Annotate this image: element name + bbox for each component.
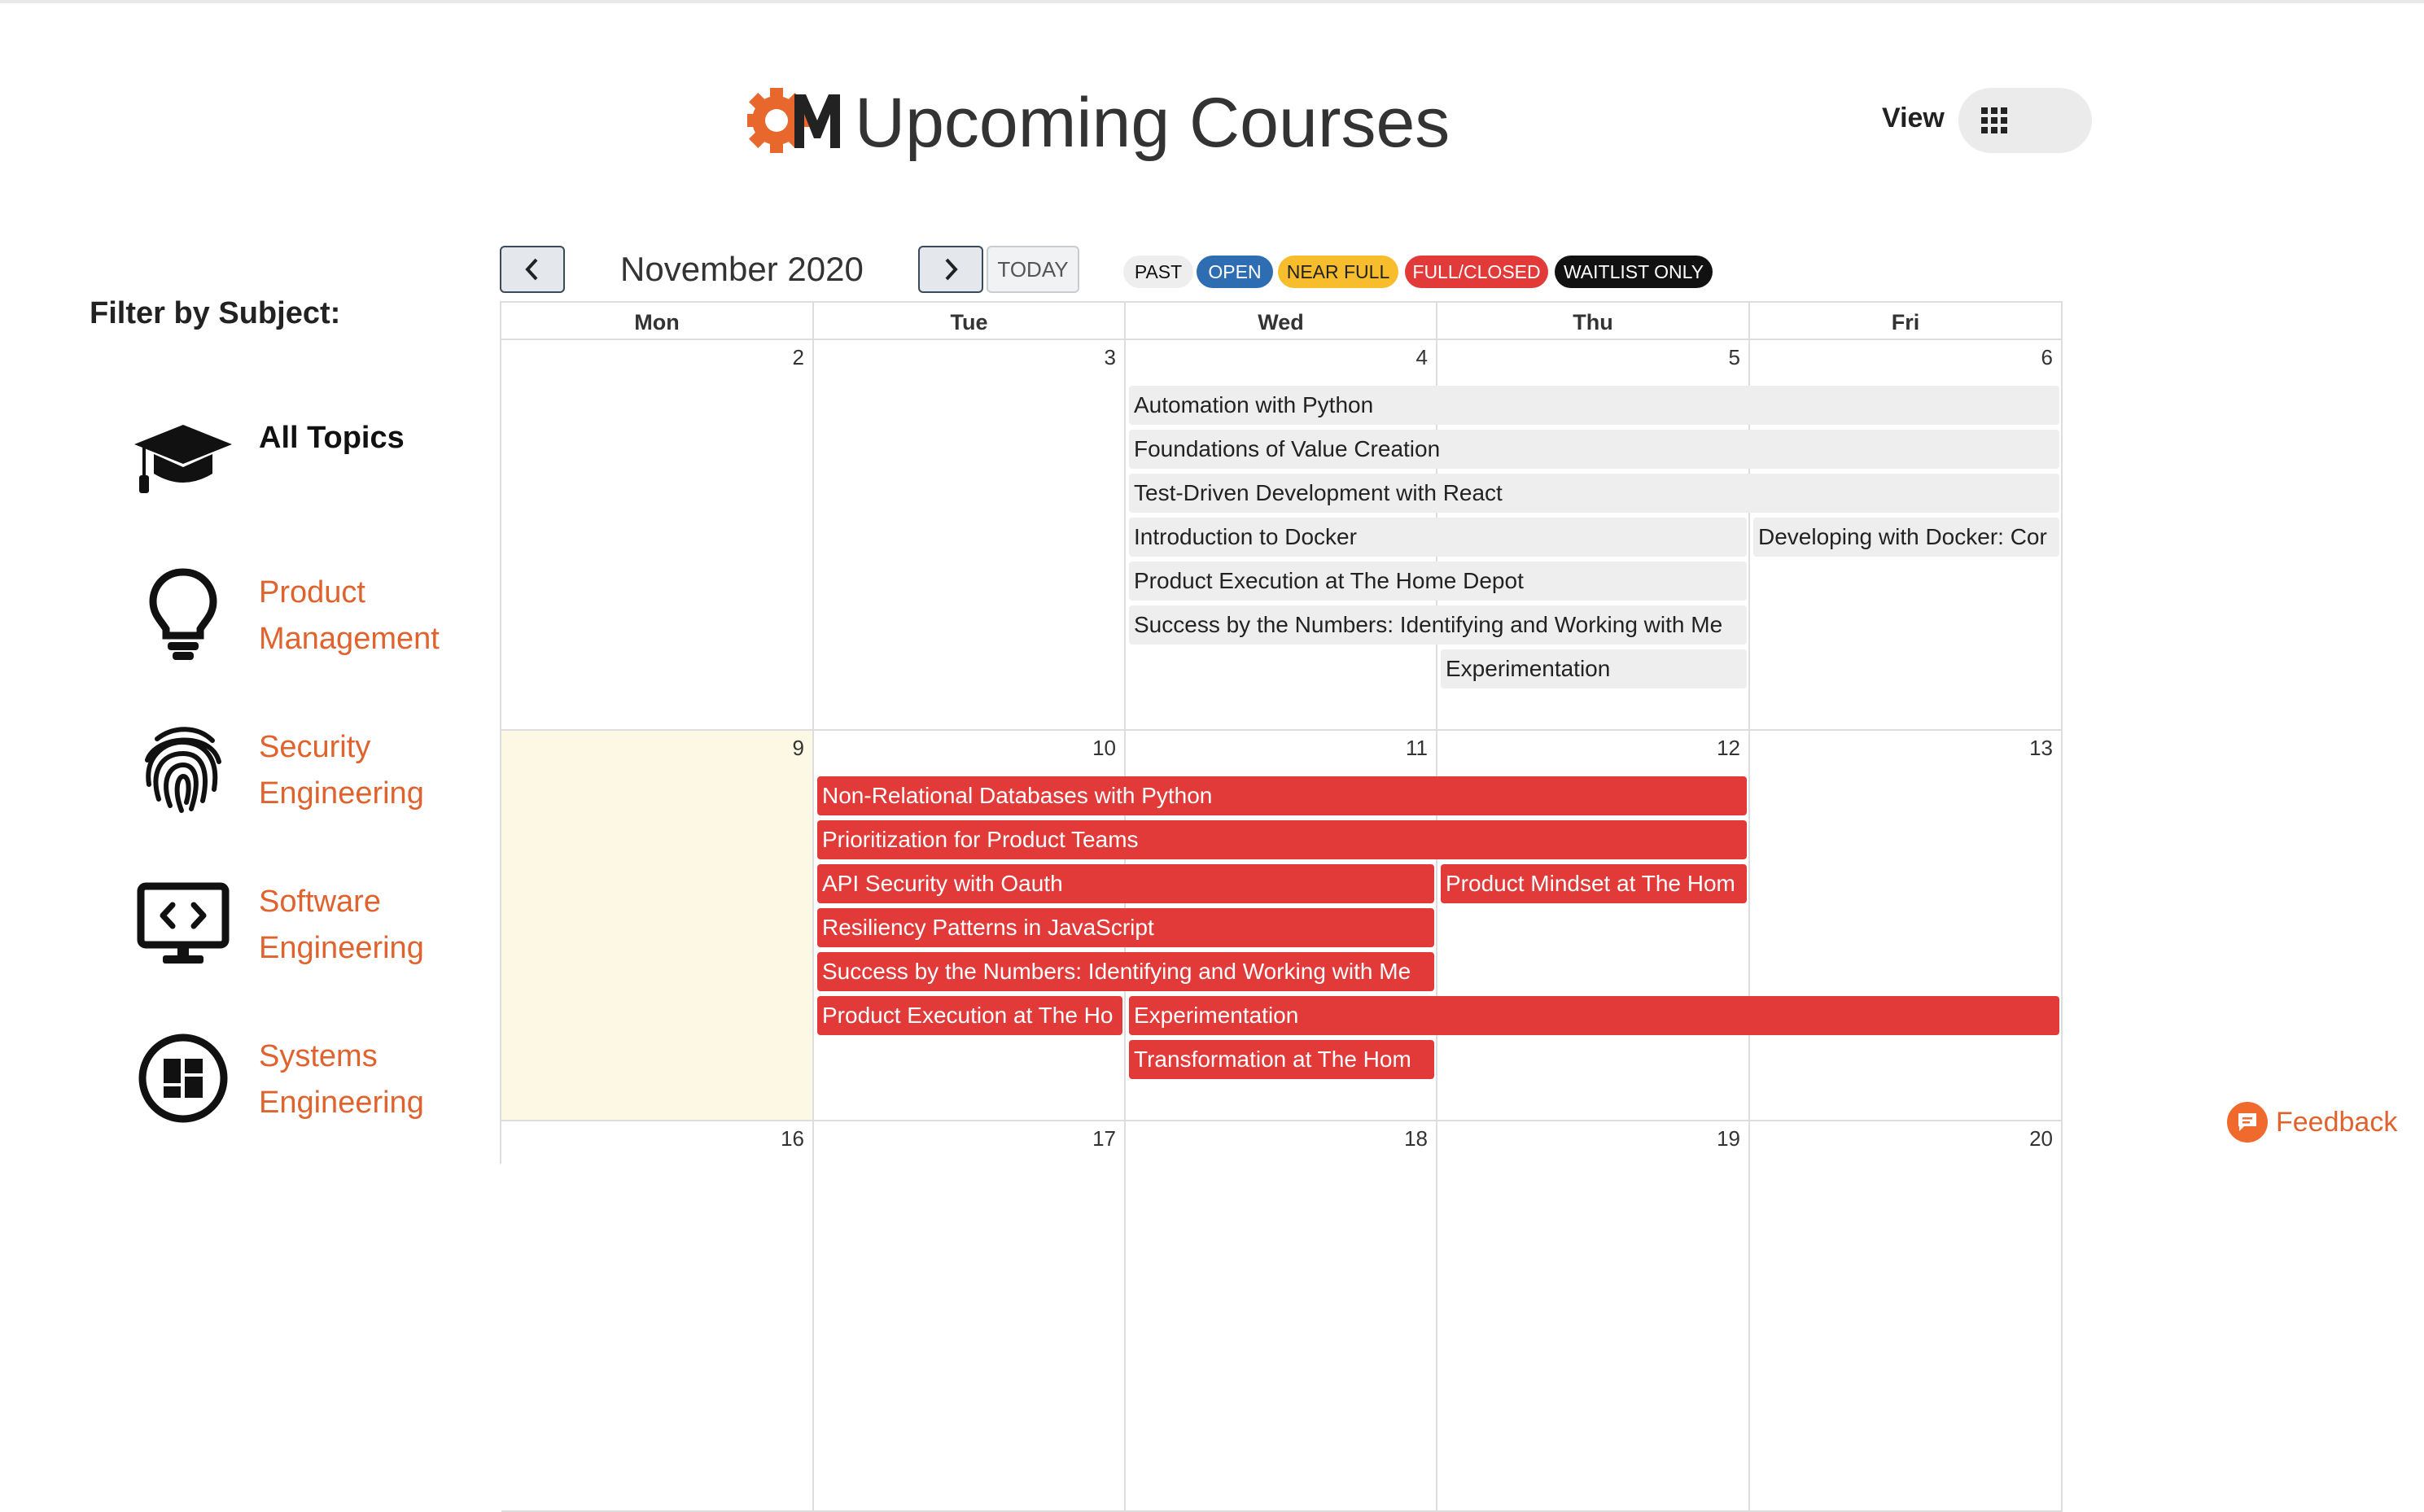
course-event[interactable]: Product Execution at The Ho: [817, 996, 1122, 1035]
day-number[interactable]: 18: [1404, 1126, 1428, 1151]
subject-label: Systems Engineering: [259, 1039, 424, 1120]
day-cell-fri: 13: [1750, 731, 2063, 1121]
legend-full-closed: FULL/CLOSED: [1405, 256, 1548, 288]
subject-label: Product Management: [259, 575, 440, 656]
day-cell-mon: 16: [501, 1121, 814, 1512]
graduation-cap-icon: [130, 407, 236, 513]
course-event[interactable]: Experimentation: [1129, 996, 2059, 1035]
day-cell-fri: 20: [1750, 1121, 2063, 1512]
next-month-button[interactable]: [918, 246, 983, 293]
subject-label: Security Engineering: [259, 730, 424, 811]
dashboard-circle-icon: [130, 1025, 236, 1131]
day-number[interactable]: 4: [1416, 345, 1428, 370]
subject-label: All Topics: [259, 421, 405, 455]
legend-waitlist-only: WAITLIST ONLY: [1555, 256, 1713, 288]
day-cell-tue: 17: [814, 1121, 1126, 1512]
course-event[interactable]: Test-Driven Development with React: [1129, 474, 2059, 513]
course-event[interactable]: Foundations of Value Creation: [1129, 430, 2059, 469]
monitor-code-icon: [130, 871, 236, 977]
feedback-label: Feedback: [2276, 1106, 2398, 1138]
grid-icon: [1981, 107, 2007, 133]
today-button[interactable]: TODAY: [987, 246, 1079, 293]
course-event[interactable]: Developing with Docker: Cor: [1753, 518, 2059, 557]
day-header-mon: Mon: [501, 301, 814, 340]
course-event[interactable]: Product Mindset at The Hom: [1441, 864, 1747, 903]
course-event[interactable]: Non-Relational Databases with Python: [817, 776, 1747, 815]
day-cell-wed: 18: [1126, 1121, 1437, 1512]
day-number[interactable]: 16: [781, 1126, 804, 1151]
day-number[interactable]: 19: [1717, 1126, 1740, 1151]
course-event[interactable]: Introduction to Docker: [1129, 518, 1747, 557]
legend-past: PAST: [1123, 256, 1193, 288]
month-title: November 2020: [620, 250, 864, 288]
legend-open: OPEN: [1197, 256, 1273, 288]
subject-software-engineering[interactable]: Software Engineering: [130, 871, 472, 993]
day-number[interactable]: 10: [1092, 736, 1116, 761]
day-header-wed: Wed: [1126, 301, 1437, 340]
day-cell-mon: 9: [501, 731, 814, 1121]
day-number[interactable]: 13: [2029, 736, 2053, 761]
course-event[interactable]: Resiliency Patterns in JavaScript: [817, 908, 1434, 947]
subject-all-topics[interactable]: All Topics: [130, 407, 472, 529]
day-number[interactable]: 2: [793, 345, 804, 370]
day-number[interactable]: 12: [1717, 736, 1740, 761]
brand-logo: [747, 88, 840, 153]
course-event[interactable]: Success by the Numbers: Identifying and …: [817, 952, 1434, 991]
feedback-button[interactable]: Feedback: [2227, 1100, 2397, 1144]
day-number[interactable]: 3: [1105, 345, 1116, 370]
chevron-left-icon: [525, 258, 538, 281]
subject-systems-engineering[interactable]: Systems Engineering: [130, 1025, 472, 1147]
page-title: Upcoming Courses: [855, 84, 1450, 162]
day-header-thu: Thu: [1437, 301, 1750, 340]
course-event[interactable]: Prioritization for Product Teams: [817, 820, 1747, 859]
filter-title: Filter by Subject:: [90, 296, 341, 330]
grid-view-button[interactable]: [1962, 88, 2027, 153]
view-label: View: [1882, 103, 1945, 133]
day-cell-thu: 19: [1437, 1121, 1750, 1512]
day-number[interactable]: 20: [2029, 1126, 2053, 1151]
subject-product-management[interactable]: Product Management: [130, 562, 472, 684]
view-toggle: [1958, 88, 2092, 153]
day-cell-tue: 3: [814, 340, 1126, 731]
course-event[interactable]: Automation with Python: [1129, 386, 2059, 425]
calendar-grid: Mon Tue Wed Thu Fri 2 3 4 5 6 9 10 11 12 13 16 17 18…: [500, 301, 2063, 1512]
day-cell-mon: 2: [501, 340, 814, 731]
course-event[interactable]: Product Execution at The Home Depot: [1129, 562, 1747, 601]
course-event[interactable]: Experimentation: [1441, 649, 1747, 688]
day-header-tue: Tue: [814, 301, 1126, 340]
lightbulb-icon: [130, 562, 236, 667]
prev-month-button[interactable]: [500, 246, 565, 293]
day-number[interactable]: 6: [2041, 345, 2053, 370]
day-number[interactable]: 5: [1729, 345, 1740, 370]
chat-bubble-icon: [2227, 1102, 2268, 1143]
legend-near-full: NEAR FULL: [1278, 256, 1398, 288]
day-number[interactable]: 11: [1406, 736, 1428, 761]
course-event[interactable]: API Security with Oauth: [817, 864, 1434, 903]
day-number[interactable]: 9: [793, 736, 804, 761]
course-event[interactable]: Transformation at The Hom: [1129, 1040, 1434, 1079]
top-border: [0, 0, 2424, 3]
chevron-right-icon: [945, 258, 958, 281]
course-event[interactable]: Success by the Numbers: Identifying and …: [1129, 605, 1747, 645]
day-header-fri: Fri: [1750, 301, 2063, 340]
subject-security-engineering[interactable]: Security Engineering: [130, 716, 472, 838]
day-number[interactable]: 17: [1092, 1126, 1116, 1151]
fingerprint-icon: [130, 716, 236, 822]
subject-label: Software Engineering: [259, 885, 424, 965]
